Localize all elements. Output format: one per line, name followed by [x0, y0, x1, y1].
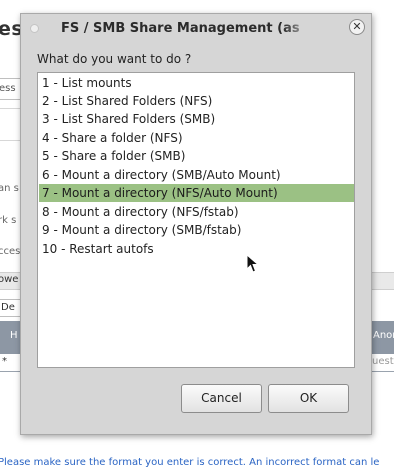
- list-item[interactable]: 5 - Share a folder (SMB): [39, 147, 354, 165]
- bg-label: cces: [0, 246, 21, 257]
- share-management-dialog: FS / SMB Share Management (as ✕ What do …: [20, 13, 372, 435]
- bg-divider: [0, 140, 22, 141]
- bg-divider: [0, 108, 22, 109]
- list-item[interactable]: 3 - List Shared Folders (SMB): [39, 110, 354, 128]
- bg-label: an s: [0, 183, 19, 194]
- cancel-button[interactable]: Cancel: [181, 384, 262, 413]
- list-item[interactable]: 8 - Mount a directory (NFS/fstab): [39, 203, 354, 221]
- title-fade: [283, 20, 319, 38]
- window-dot-icon: [30, 24, 39, 33]
- list-item[interactable]: 10 - Restart autofs: [39, 240, 354, 258]
- bg-text-field[interactable]: ess: [0, 78, 22, 100]
- bg-column-header: H: [10, 330, 18, 341]
- options-listbox[interactable]: 1 - List mounts 2 - List Shared Folders …: [37, 72, 355, 368]
- bg-table-cell: uest: [372, 356, 394, 367]
- ok-button[interactable]: OK: [268, 384, 349, 413]
- list-item[interactable]: 6 - Mount a directory (SMB/Auto Mount): [39, 166, 354, 184]
- bg-strip-label: owe: [0, 274, 19, 285]
- mouse-pointer-icon: [246, 254, 260, 273]
- bg-label: rk s: [0, 215, 17, 226]
- list-item[interactable]: 1 - List mounts: [39, 74, 354, 92]
- dialog-titlebar[interactable]: FS / SMB Share Management (as ✕: [21, 14, 371, 44]
- list-item[interactable]: 4 - Share a folder (NFS): [39, 129, 354, 147]
- dialog-prompt: What do you want to do ?: [37, 52, 192, 66]
- bg-notice-text: Please make sure the format you enter is…: [0, 457, 380, 468]
- bg-table-cell: *: [2, 356, 7, 367]
- list-item[interactable]: 9 - Mount a directory (SMB/fstab): [39, 221, 354, 239]
- list-item-selected[interactable]: 7 - Mount a directory (NFS/Auto Mount): [39, 184, 354, 202]
- close-icon[interactable]: ✕: [349, 19, 365, 35]
- bg-column-header: Anon: [373, 330, 394, 341]
- list-item[interactable]: 2 - List Shared Folders (NFS): [39, 92, 354, 110]
- dialog-title: FS / SMB Share Management (as: [61, 21, 300, 36]
